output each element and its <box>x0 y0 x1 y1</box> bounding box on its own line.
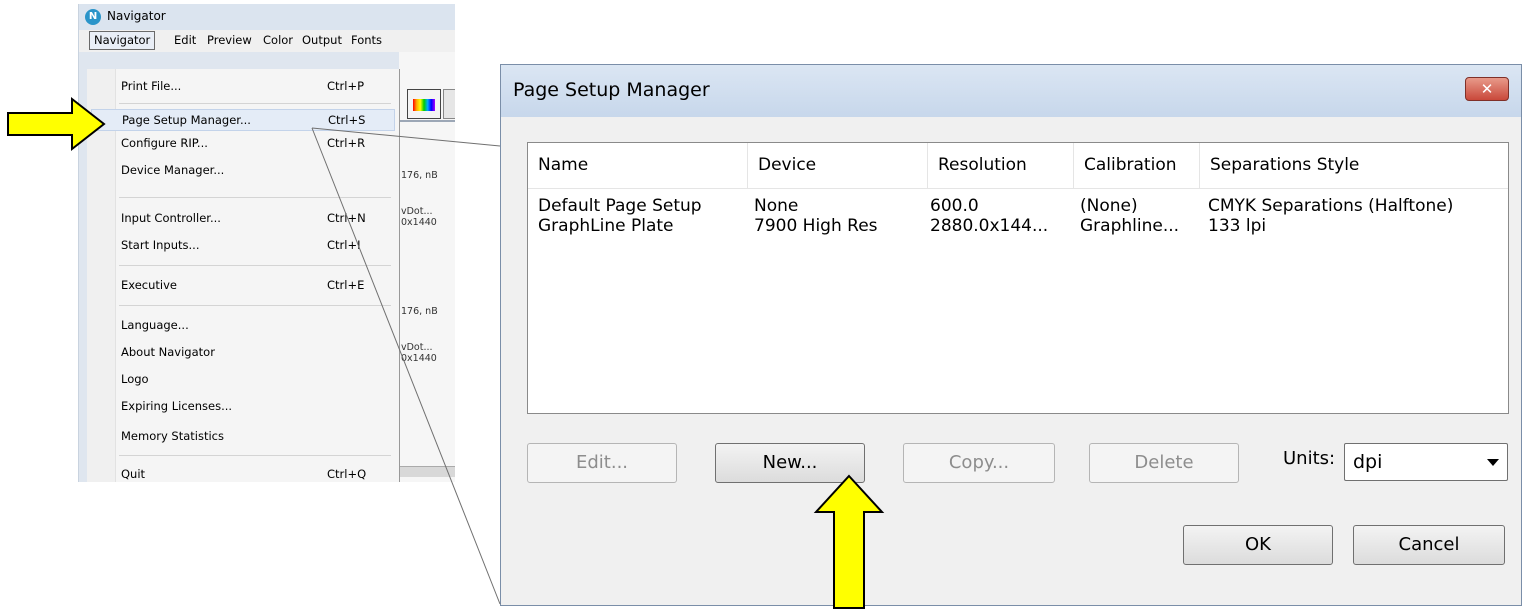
cell-name: Default Page Setup <box>538 196 702 216</box>
dialog-title: Page Setup Manager <box>513 79 710 101</box>
close-icon[interactable]: ✕ <box>1465 77 1509 101</box>
menu-preview[interactable]: Preview <box>203 31 256 50</box>
delete-button[interactable]: Delete <box>1089 443 1239 483</box>
horizontal-scrollbar[interactable] <box>399 466 455 477</box>
units-select[interactable]: dpi <box>1344 443 1508 481</box>
menu-navigator[interactable]: Navigator <box>89 31 156 50</box>
menu-item-executive[interactable]: Executive Ctrl+E <box>121 274 393 296</box>
background-text: 0x1440 <box>401 353 437 364</box>
toolbar-button[interactable] <box>443 89 455 119</box>
column-header-separations-style[interactable]: Separations Style <box>1200 143 1508 188</box>
column-header-name[interactable]: Name <box>528 143 748 188</box>
menu-fonts[interactable]: Fonts <box>347 31 386 50</box>
copy-button[interactable]: Copy... <box>903 443 1055 483</box>
cell-separations-style: 133 lpi <box>1208 216 1267 236</box>
page-setup-list[interactable]: Name Device Resolution Calibration Separ… <box>527 142 1509 414</box>
menu-separator <box>119 305 391 306</box>
menu-separator <box>119 103 391 104</box>
menu-item-quit[interactable]: Quit Ctrl+Q <box>121 463 393 485</box>
edit-button[interactable]: Edit... <box>527 443 677 483</box>
menu-item-label: Expiring Licenses... <box>121 399 233 413</box>
menu-item-expiring-licenses[interactable]: Expiring Licenses... <box>121 395 393 417</box>
ok-button[interactable]: OK <box>1183 525 1333 565</box>
navigator-dropdown-menu: Print File... Ctrl+P Page Setup Manager.… <box>87 69 400 482</box>
menu-item-label: Logo <box>121 372 149 386</box>
navigator-title-bar: N Navigator <box>79 4 455 30</box>
new-button[interactable]: New... <box>715 443 865 483</box>
menu-item-label: Print File... <box>121 79 182 93</box>
background-text: vDot... <box>401 206 433 217</box>
list-header: Name Device Resolution Calibration Separ… <box>528 143 1508 189</box>
navigator-menubar: Navigator Edit Preview Color Output Font… <box>79 30 455 52</box>
navigator-window-title: Navigator <box>107 9 166 23</box>
navigator-logo-icon: N <box>85 9 101 25</box>
cell-separations-style: CMYK Separations (Halftone) <box>1208 196 1454 216</box>
dialog-title-bar: Page Setup Manager ✕ <box>501 65 1521 117</box>
menu-item-shortcut: Ctrl+N <box>327 211 366 225</box>
menu-item-label: Language... <box>121 318 189 332</box>
cell-resolution: 2880.0x144... <box>930 216 1049 236</box>
menu-item-label: Configure RIP... <box>121 136 208 150</box>
menu-separator <box>119 265 391 266</box>
menu-item-shortcut: Ctrl+R <box>327 136 366 150</box>
menu-item-memory-statistics[interactable]: Memory Statistics <box>121 425 393 447</box>
menu-item-logo[interactable]: Logo <box>121 368 393 390</box>
column-header-calibration[interactable]: Calibration <box>1074 143 1200 188</box>
page-setup-manager-dialog: Page Setup Manager ✕ Name Device Resolut… <box>500 64 1522 606</box>
menu-color[interactable]: Color <box>259 31 297 50</box>
menu-item-shortcut: Ctrl+Q <box>327 467 367 481</box>
background-text: 0x1440 <box>401 217 437 228</box>
menu-item-language[interactable]: Language... <box>121 314 393 336</box>
units-label: Units: <box>1283 448 1336 469</box>
cancel-button[interactable]: Cancel <box>1353 525 1505 565</box>
column-header-device[interactable]: Device <box>748 143 928 188</box>
background-text: 176, nB <box>401 170 438 181</box>
menu-item-shortcut: Ctrl+S <box>328 113 366 127</box>
toolbar-divider <box>399 120 455 122</box>
cell-calibration: Graphline... <box>1080 216 1180 236</box>
color-toolbar-icon[interactable] <box>407 89 441 119</box>
column-header-resolution[interactable]: Resolution <box>928 143 1074 188</box>
menu-separator <box>119 455 391 456</box>
menu-item-page-setup-manager[interactable]: Page Setup Manager... Ctrl+S <box>91 109 395 131</box>
menu-item-configure-rip[interactable]: Configure RIP... Ctrl+R <box>121 132 393 154</box>
menu-item-label: Page Setup Manager... <box>122 113 251 127</box>
menu-edit[interactable]: Edit <box>170 31 200 50</box>
menu-item-label: Start Inputs... <box>121 238 200 252</box>
background-text: 176, nB <box>401 306 438 317</box>
menu-item-shortcut: Ctrl+E <box>327 278 365 292</box>
cell-device: 7900 High Res <box>754 216 878 236</box>
menu-item-start-inputs[interactable]: Start Inputs... Ctrl+I <box>121 234 393 256</box>
cell-resolution: 600.0 <box>930 196 979 216</box>
menu-item-device-manager[interactable]: Device Manager... <box>121 159 393 181</box>
menu-item-label: Quit <box>121 467 146 481</box>
menu-item-label: Memory Statistics <box>121 429 224 443</box>
menu-item-print-file[interactable]: Print File... Ctrl+P <box>121 75 393 97</box>
menu-item-label: About Navigator <box>121 345 215 359</box>
menu-item-label: Device Manager... <box>121 163 225 177</box>
menu-item-label: Input Controller... <box>121 211 221 225</box>
cell-calibration: (None) <box>1080 196 1138 216</box>
cell-name: GraphLine Plate <box>538 216 674 236</box>
menu-item-input-controller[interactable]: Input Controller... Ctrl+N <box>121 207 393 229</box>
menu-item-shortcut: Ctrl+I <box>327 238 361 252</box>
menu-item-about-navigator[interactable]: About Navigator <box>121 341 393 363</box>
cell-device: None <box>754 196 799 216</box>
menu-output[interactable]: Output <box>298 31 346 50</box>
chevron-down-icon <box>1487 459 1499 466</box>
menu-item-label: Executive <box>121 278 177 292</box>
menu-item-shortcut: Ctrl+P <box>327 79 365 93</box>
units-select-value: dpi <box>1353 451 1383 473</box>
background-text: vDot... <box>401 342 433 353</box>
menu-separator <box>119 197 391 198</box>
